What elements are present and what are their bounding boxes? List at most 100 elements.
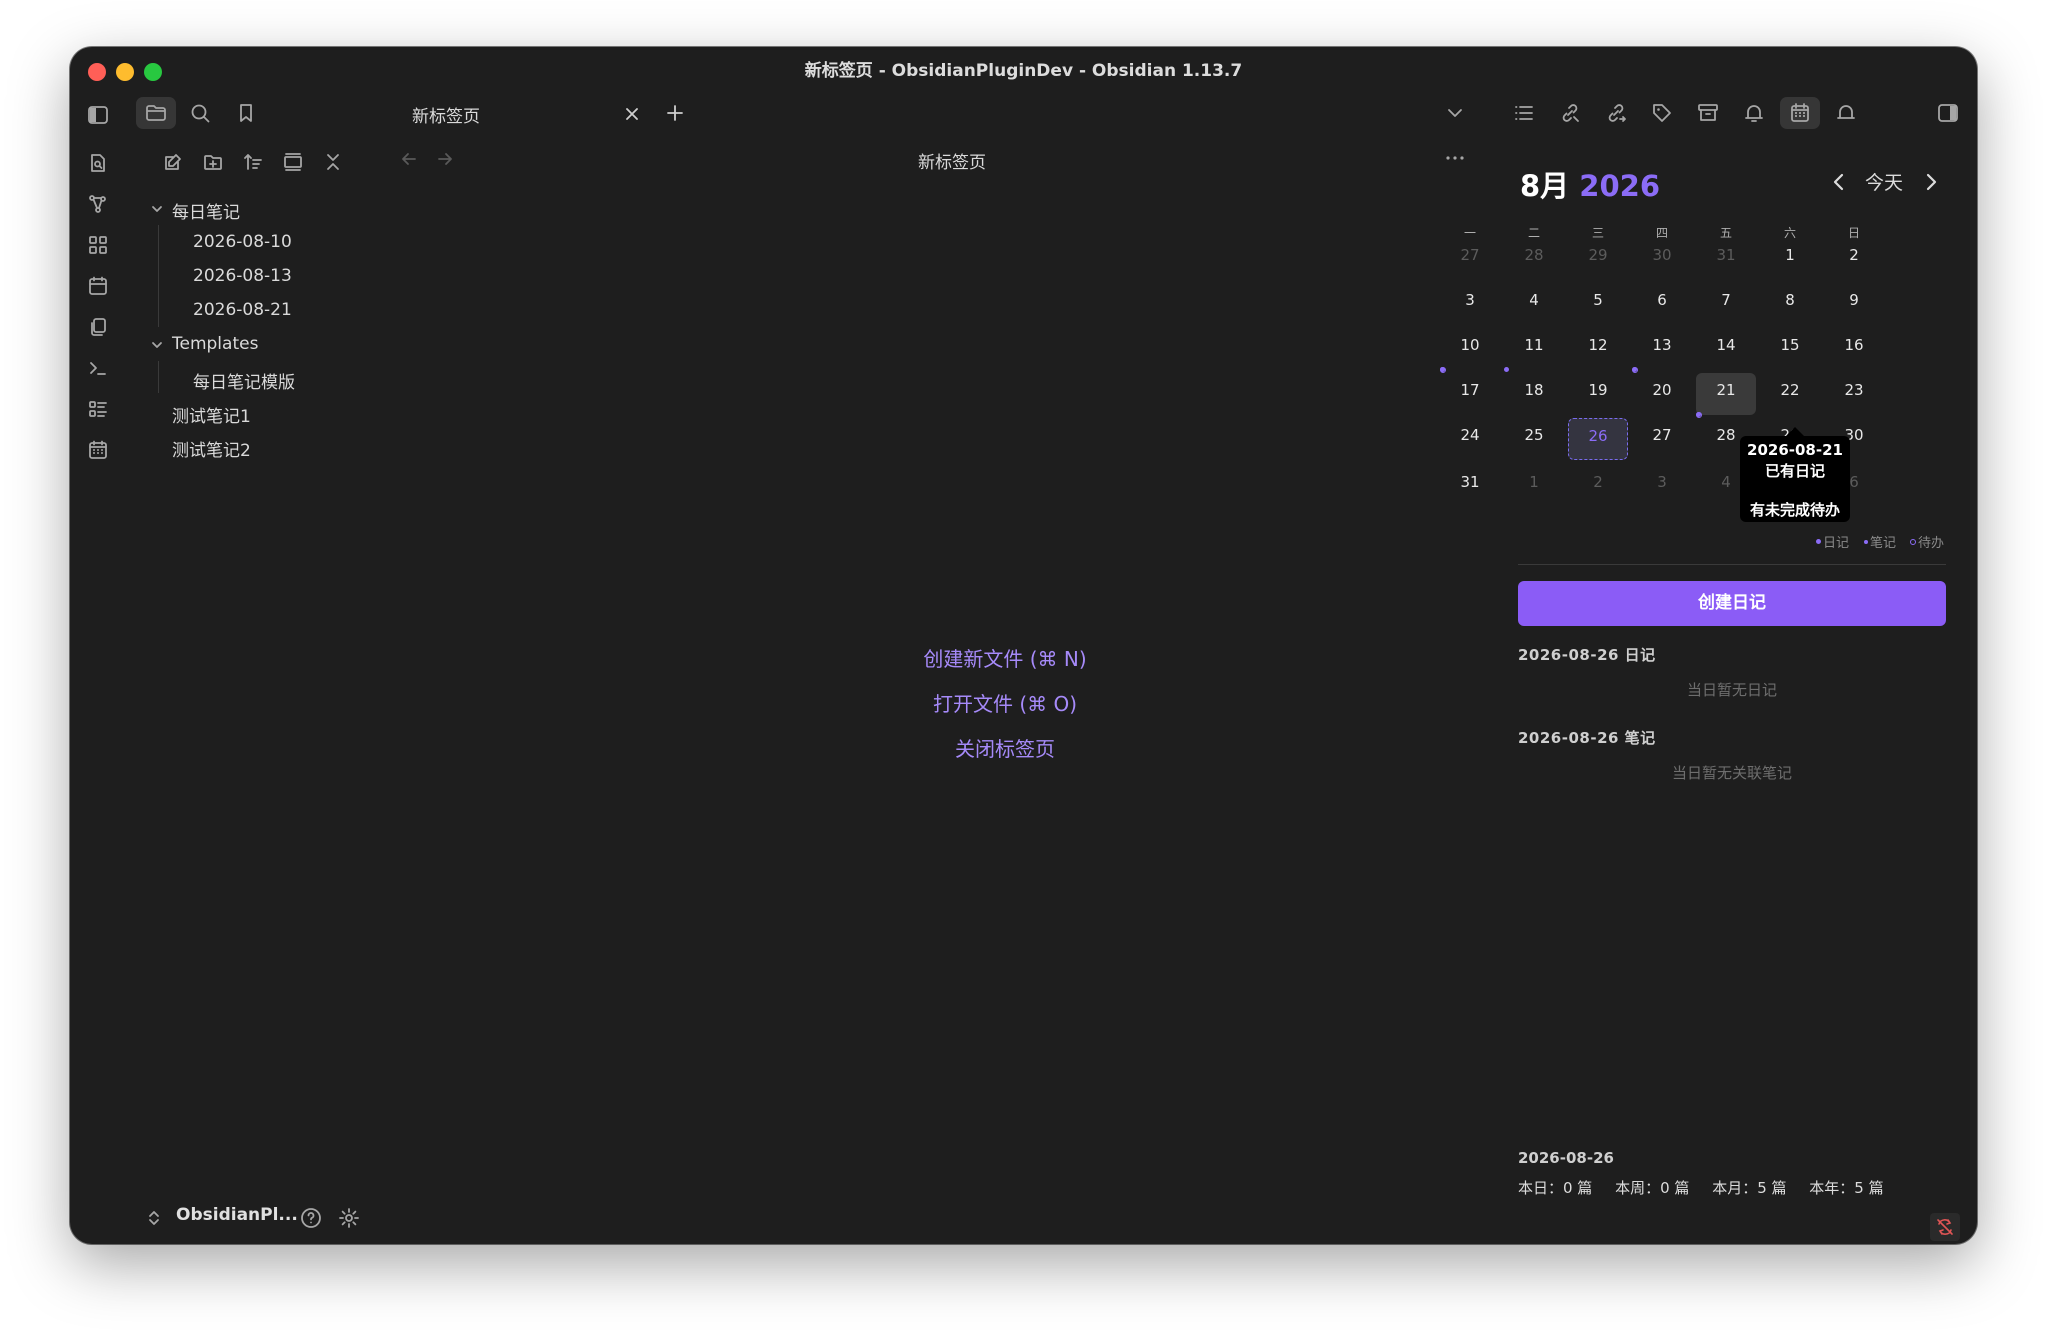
calendar-day[interactable]: 22 — [1760, 373, 1820, 415]
file-item[interactable]: 测试笔记1 — [172, 402, 251, 427]
chevron-down-icon[interactable] — [150, 202, 164, 216]
create-diary-button[interactable]: 创建日记 — [1518, 581, 1946, 626]
calendar-day[interactable]: 3 — [1632, 465, 1692, 507]
bookmarks-tab-icon[interactable] — [230, 97, 262, 129]
calendar-day-selected[interactable]: 21 — [1696, 373, 1756, 418]
templates-icon[interactable] — [82, 311, 114, 343]
calendar-day[interactable]: 25 — [1504, 418, 1564, 460]
canvas-icon[interactable] — [82, 229, 114, 261]
calendar-day[interactable]: 5 — [1568, 283, 1628, 325]
calendar-day[interactable]: 23 — [1824, 373, 1884, 415]
calendar-day[interactable]: 12 — [1568, 328, 1628, 370]
next-month-chevron-icon[interactable] — [1918, 169, 1944, 195]
folder-templates[interactable]: Templates — [172, 334, 258, 354]
file-item[interactable]: 每日笔记模版 — [193, 368, 295, 393]
calendar-day[interactable]: 18 — [1504, 373, 1564, 415]
backlinks-icon[interactable] — [1554, 97, 1586, 129]
calendar-day[interactable]: 3 — [1440, 283, 1500, 325]
calendar-day[interactable]: 15 — [1760, 328, 1820, 370]
toggle-right-sidebar-icon[interactable] — [1932, 97, 1964, 129]
calendar-day-today[interactable]: 26 — [1568, 418, 1628, 460]
calendar-day[interactable]: 8 — [1760, 283, 1820, 325]
calendar-day[interactable]: 2 — [1568, 465, 1628, 507]
vault-name[interactable]: ObsidianPl... — [176, 1205, 298, 1225]
close-tab-icon[interactable] — [618, 100, 646, 128]
calendar-day[interactable]: 6 — [1632, 283, 1692, 325]
settings-gear-icon[interactable] — [336, 1205, 362, 1231]
calendar-day[interactable]: 16 — [1824, 328, 1884, 370]
calendar-day[interactable]: 31 — [1440, 465, 1500, 507]
back-arrow-icon[interactable] — [396, 146, 422, 172]
file-item[interactable]: 2026-08-13 — [193, 266, 292, 286]
sync-disabled-icon[interactable] — [1930, 1213, 1960, 1241]
help-icon[interactable] — [298, 1205, 324, 1231]
calendar-day-number: 24 — [1460, 426, 1480, 444]
open-file-link[interactable]: 打开文件 (⌘ O) — [770, 688, 1240, 717]
calendar-day[interactable]: 20 — [1632, 373, 1692, 415]
calendar-day[interactable]: 1 — [1760, 238, 1820, 280]
calendar-day[interactable]: 24 — [1440, 418, 1500, 460]
outgoing-links-icon[interactable] — [1600, 97, 1632, 129]
calendar-day[interactable]: 13 — [1632, 328, 1692, 373]
calendar-day[interactable]: 10 — [1440, 328, 1500, 373]
calendar-day[interactable]: 28 — [1504, 238, 1564, 280]
bell-outline-icon[interactable] — [1830, 97, 1862, 129]
calendar-grid-icon[interactable] — [82, 434, 114, 466]
search-tab-icon[interactable] — [184, 97, 216, 129]
legend-todo: 待办 — [1910, 532, 1944, 551]
forward-arrow-icon[interactable] — [432, 146, 458, 172]
calendar-day[interactable]: 29 — [1568, 238, 1628, 280]
vault-switcher-chevron-icon[interactable] — [144, 1207, 164, 1229]
calendar-day[interactable]: 2 — [1824, 238, 1884, 280]
file-item[interactable]: 2026-08-21 — [193, 300, 292, 320]
today-button[interactable]: 今天 — [1865, 168, 1903, 195]
new-folder-icon[interactable] — [198, 147, 228, 177]
daily-note-calendar-icon[interactable] — [82, 270, 114, 302]
calendar-tab-icon[interactable] — [1780, 97, 1820, 129]
tab-list-chevron-down-icon[interactable] — [1440, 98, 1470, 128]
calendar-day[interactable]: 19 — [1568, 373, 1628, 415]
create-new-file-link[interactable]: 创建新文件 (⌘ N) — [770, 643, 1240, 672]
task-list-icon[interactable] — [82, 393, 114, 425]
bell-icon[interactable] — [1738, 97, 1770, 129]
previous-month-chevron-icon[interactable] — [1826, 169, 1852, 195]
new-tab-icon[interactable] — [660, 98, 690, 128]
footer-date: 2026-08-26 — [1518, 1149, 1614, 1167]
folder-daily-notes[interactable]: 每日笔记 — [172, 198, 240, 223]
calendar-day[interactable]: 17 — [1440, 373, 1500, 415]
terminal-icon[interactable] — [82, 352, 114, 384]
calendar-day[interactable]: 27 — [1632, 418, 1692, 460]
calendar-day[interactable]: 27 — [1440, 238, 1500, 280]
sort-icon[interactable] — [238, 147, 268, 177]
calendar-day[interactable]: 11 — [1504, 328, 1564, 372]
chevron-down-icon[interactable] — [150, 338, 164, 352]
file-item[interactable]: 测试笔记2 — [172, 436, 251, 461]
calendar-day[interactable]: 14 — [1696, 328, 1756, 370]
archive-icon[interactable] — [1692, 97, 1724, 129]
calendar-day[interactable]: 4 — [1504, 283, 1564, 325]
close-tab-link[interactable]: 关闭标签页 — [770, 733, 1240, 762]
files-tab-icon[interactable] — [136, 97, 176, 129]
toggle-left-sidebar-icon[interactable] — [82, 99, 114, 131]
diary-empty-text: 当日暂无日记 — [1686, 681, 1777, 699]
quick-switcher-icon[interactable] — [82, 147, 114, 179]
auto-reveal-icon[interactable] — [278, 147, 308, 177]
outline-list-icon[interactable] — [1508, 97, 1540, 129]
notes-empty-text: 当日暂无关联笔记 — [1671, 764, 1792, 782]
calendar-day-number: 10 — [1460, 336, 1480, 354]
calendar-day[interactable]: 31 — [1696, 238, 1756, 280]
calendar-day[interactable]: 9 — [1824, 283, 1884, 325]
calendar-day-number: 30 — [1652, 246, 1672, 264]
calendar-day-number: 16 — [1844, 336, 1864, 354]
calendar-day[interactable]: 7 — [1696, 283, 1756, 325]
new-note-icon[interactable] — [158, 147, 188, 177]
file-item[interactable]: 2026-08-10 — [193, 232, 292, 252]
graph-view-icon[interactable] — [82, 188, 114, 220]
tab-new-tab-label[interactable]: 新标签页 — [412, 102, 480, 127]
collapse-all-icon[interactable] — [318, 147, 348, 177]
more-options-icon[interactable] — [1440, 145, 1470, 171]
calendar-day[interactable]: 1 — [1504, 465, 1564, 507]
calendar-year: 2026 — [1579, 169, 1661, 203]
calendar-day[interactable]: 30 — [1632, 238, 1692, 280]
tags-icon[interactable] — [1646, 97, 1678, 129]
